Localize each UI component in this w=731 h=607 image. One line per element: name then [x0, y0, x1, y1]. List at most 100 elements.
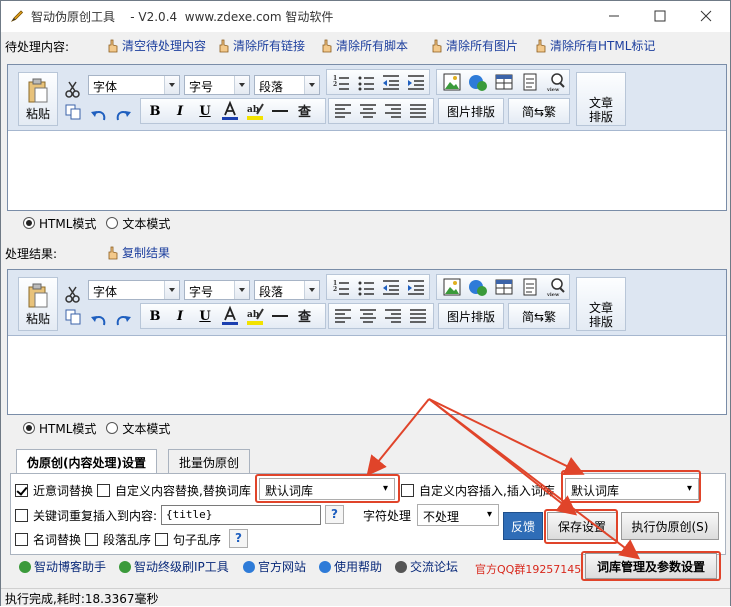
size-combo[interactable]: 字号	[184, 280, 250, 300]
forum-link[interactable]: 交流论坛	[395, 558, 458, 575]
paragraph-combo[interactable]: 段落	[254, 280, 320, 300]
align-right-icon[interactable]	[382, 100, 404, 122]
find-icon[interactable]: 查	[294, 100, 316, 122]
font-combo[interactable]: 字体	[88, 280, 180, 300]
undo-icon[interactable]	[88, 104, 110, 126]
library-settings-button[interactable]: 词库管理及参数设置	[585, 553, 717, 579]
ip-tool-link[interactable]: 智动终级刷IP工具	[119, 558, 229, 575]
clear-images-link[interactable]: 清除所有图片	[429, 36, 518, 54]
note-icon[interactable]	[519, 71, 541, 93]
underline-icon[interactable]: U	[194, 305, 216, 327]
para-shuffle-checkbox[interactable]	[85, 533, 98, 546]
size-combo[interactable]: 字号	[184, 75, 250, 95]
hr-icon[interactable]	[269, 100, 291, 122]
custom-replace-checkbox[interactable]	[97, 484, 110, 497]
align-left-icon[interactable]	[332, 305, 354, 327]
tab-batch-rewrite[interactable]: 批量伪原创	[168, 449, 251, 473]
custom-insert-checkbox[interactable]	[401, 484, 414, 497]
hr-icon[interactable]	[269, 305, 291, 327]
clear-html-link[interactable]: 清除所有HTML标记	[533, 36, 655, 54]
forum-icon	[395, 560, 407, 573]
blog-assistant-link[interactable]: 智动博客助手	[19, 558, 106, 575]
emoji-icon[interactable]	[467, 71, 489, 93]
italic-icon[interactable]: I	[169, 305, 191, 327]
image-icon[interactable]	[441, 276, 463, 298]
article-layout-button[interactable]: 文章 排版	[576, 277, 626, 331]
find-icon[interactable]: 查	[294, 305, 316, 327]
html-mode-radio[interactable]: HTML模式	[23, 215, 96, 232]
table-icon[interactable]	[493, 276, 515, 298]
highlight-icon[interactable]: ab	[244, 100, 266, 122]
shuffle-help-button[interactable]: ?	[229, 529, 248, 548]
underline-icon[interactable]: U	[194, 100, 216, 122]
cut-icon[interactable]	[62, 283, 84, 305]
redo-icon[interactable]	[112, 309, 134, 331]
help-link[interactable]: 使用帮助	[319, 558, 382, 575]
redo-icon[interactable]	[112, 104, 134, 126]
close-button[interactable]	[683, 1, 729, 31]
clear-input-link[interactable]: 清空待处理内容	[105, 36, 206, 54]
minimize-button[interactable]	[591, 1, 637, 31]
result-edit-area[interactable]	[8, 337, 726, 414]
outdent-icon[interactable]	[380, 276, 402, 298]
align-center-icon[interactable]	[357, 100, 379, 122]
indent-icon[interactable]	[405, 71, 427, 93]
note-icon[interactable]	[519, 276, 541, 298]
font-combo[interactable]: 字体	[88, 75, 180, 95]
input-edit-area[interactable]	[8, 132, 726, 210]
paste-button[interactable]: 粘贴	[18, 277, 58, 331]
highlight-icon[interactable]: ab	[244, 305, 266, 327]
sentence-shuffle-checkbox[interactable]	[155, 533, 168, 546]
cut-icon[interactable]	[62, 78, 84, 100]
text-mode-radio[interactable]: 文本模式	[106, 215, 170, 232]
article-layout-button[interactable]: 文章 排版	[576, 72, 626, 126]
ordered-list-icon[interactable]: 12	[330, 276, 352, 298]
feedback-button[interactable]: 反馈	[503, 512, 543, 540]
justify-icon[interactable]	[407, 305, 429, 327]
convert-button[interactable]: 简⇆繁	[508, 303, 570, 329]
copy-result-link[interactable]: 复制结果	[105, 243, 170, 261]
font-color-icon[interactable]	[219, 305, 241, 327]
clear-scripts-link[interactable]: 清除所有脚本	[319, 36, 408, 54]
paragraph-combo[interactable]: 段落	[254, 75, 320, 95]
table-icon[interactable]	[493, 71, 515, 93]
tab-rewrite-settings[interactable]: 伪原创(内容处理)设置	[16, 449, 157, 474]
view-icon[interactable]: view	[545, 71, 567, 93]
bold-icon[interactable]: B	[144, 100, 166, 122]
copy-icon[interactable]	[62, 101, 84, 123]
clear-links-link[interactable]: 清除所有链接	[216, 36, 305, 54]
noun-replace-checkbox[interactable]	[15, 533, 28, 546]
font-color-icon[interactable]	[219, 100, 241, 122]
unordered-list-icon[interactable]	[355, 71, 377, 93]
ordered-list-icon[interactable]: 12	[330, 71, 352, 93]
official-site-link[interactable]: 官方网站	[243, 558, 306, 575]
keyword-help-button[interactable]: ?	[325, 505, 344, 524]
char-process-select[interactable]: 不处理 ▾	[417, 504, 499, 526]
paste-button[interactable]: 粘贴	[18, 72, 58, 126]
bold-icon[interactable]: B	[144, 305, 166, 327]
image-icon[interactable]	[441, 71, 463, 93]
execute-rewrite-button[interactable]: 执行伪原创(S)	[621, 512, 719, 540]
image-layout-button[interactable]: 图片排版	[438, 303, 504, 329]
text-mode-radio[interactable]: 文本模式	[106, 420, 170, 437]
italic-icon[interactable]: I	[169, 100, 191, 122]
indent-icon[interactable]	[405, 276, 427, 298]
justify-icon[interactable]	[407, 100, 429, 122]
image-layout-button[interactable]: 图片排版	[438, 98, 504, 124]
near-synonym-checkbox[interactable]	[15, 484, 28, 497]
align-center-icon[interactable]	[357, 305, 379, 327]
keyword-input[interactable]: {title}	[161, 505, 321, 525]
maximize-button[interactable]	[637, 1, 683, 31]
align-left-icon[interactable]	[332, 100, 354, 122]
copy-icon[interactable]	[62, 306, 84, 328]
keyword-insert-checkbox[interactable]	[15, 509, 28, 522]
html-mode-radio[interactable]: HTML模式	[23, 420, 96, 437]
outdent-icon[interactable]	[380, 71, 402, 93]
emoji-icon[interactable]	[467, 276, 489, 298]
undo-icon[interactable]	[88, 309, 110, 331]
convert-button[interactable]: 简⇆繁	[508, 98, 570, 124]
view-icon[interactable]: view	[545, 276, 567, 298]
window-title: 智动伪原创工具 - V2.0.4 www.zdexe.com 智动软件	[31, 10, 334, 24]
align-right-icon[interactable]	[382, 305, 404, 327]
unordered-list-icon[interactable]	[355, 276, 377, 298]
